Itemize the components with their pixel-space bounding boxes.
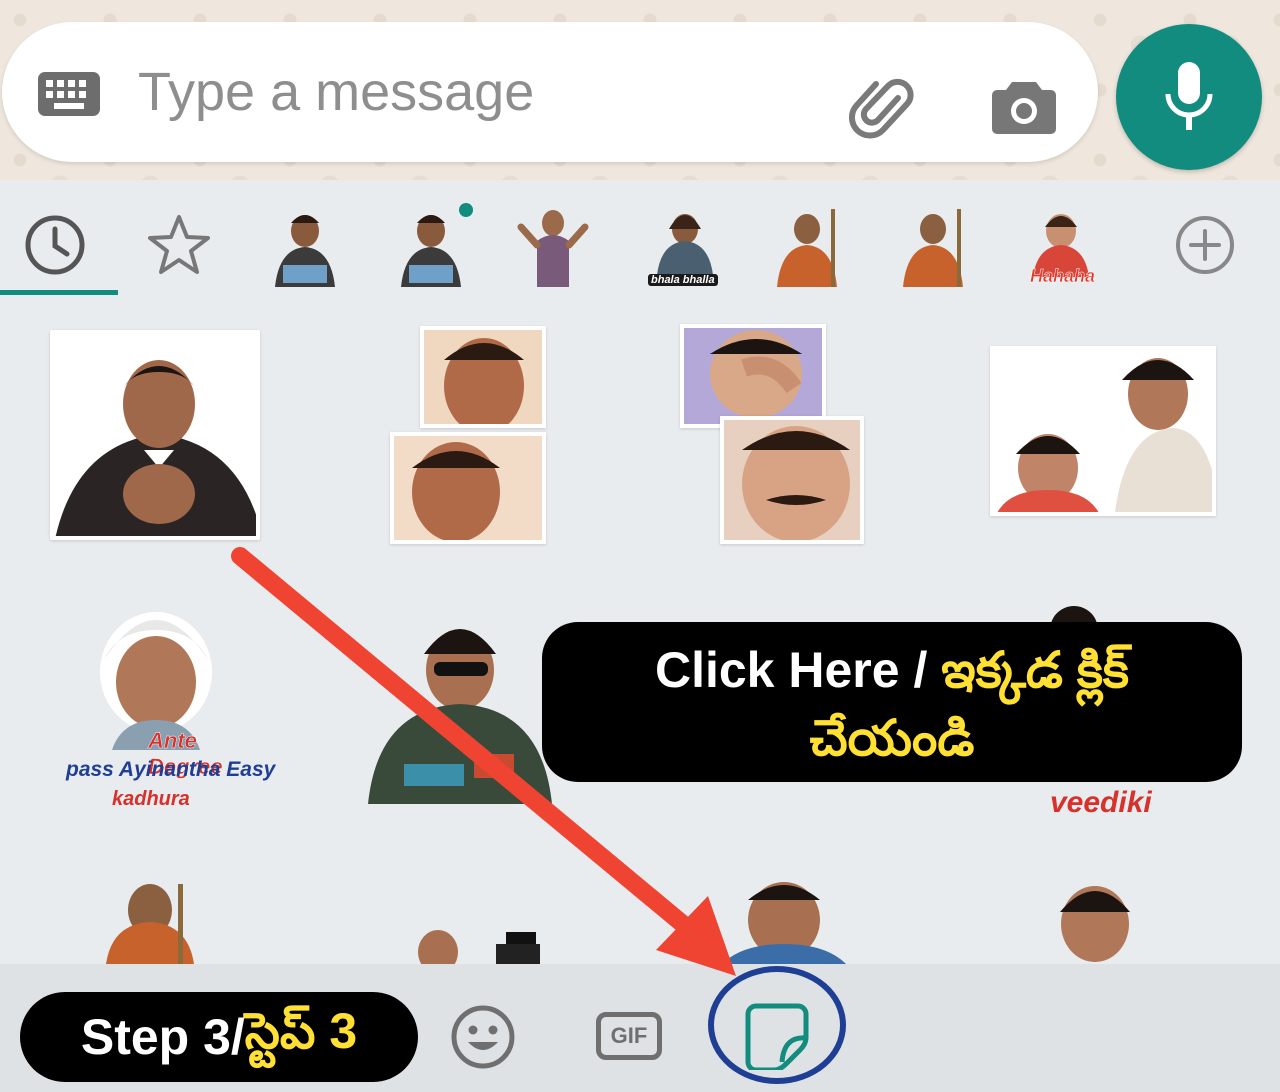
message-input[interactable]	[138, 52, 818, 132]
paperclip-icon[interactable]	[848, 74, 920, 151]
highlight-circle	[708, 966, 846, 1084]
sticker-tile[interactable]	[680, 324, 826, 428]
tab-sticker-pack-6[interactable]	[890, 200, 980, 290]
sticker-tile[interactable]	[102, 880, 212, 964]
sticker-tile[interactable]: Ante Degree pass Ayinantha Easy kadhura	[52, 600, 275, 820]
star-icon	[148, 215, 210, 274]
sticker-image	[724, 420, 860, 540]
sticker-tile[interactable]	[50, 330, 260, 540]
sticker-image	[994, 350, 1212, 512]
callout-text-en: Click Here /	[654, 642, 942, 698]
click-here-callout: Click Here / ఇక్కడ క్లిక్ చేయండి	[542, 622, 1242, 782]
sticker-tile[interactable]	[410, 924, 540, 964]
sticker-image	[54, 334, 256, 536]
sticker-image	[394, 436, 542, 540]
sticker-tile[interactable]	[720, 416, 864, 544]
sticker-tile[interactable]	[722, 880, 846, 964]
sticker-image	[722, 882, 846, 964]
sticker-tray: bhala bhalla Hahaha	[0, 180, 1280, 964]
tab-sticker-pack-3[interactable]	[508, 200, 598, 290]
mic-icon	[1165, 62, 1213, 130]
sticker-tile[interactable]	[390, 432, 546, 544]
message-composer	[2, 22, 1098, 162]
keyboard-icon[interactable]	[38, 72, 100, 121]
pack-thumbnail	[517, 210, 589, 287]
active-tab-indicator	[0, 290, 118, 295]
tab-sticker-pack-7[interactable]: Hahaha	[1016, 200, 1106, 290]
camera-icon[interactable]	[992, 78, 1056, 139]
step-label-te: స్టెప్ 3	[244, 1002, 358, 1059]
sticker-tile[interactable]	[364, 614, 564, 804]
clock-icon	[25, 215, 85, 275]
callout-text-te-2: చేయండి	[809, 710, 975, 766]
pack-label: Hahaha	[1030, 266, 1096, 287]
sticker-image	[424, 330, 542, 424]
sticker-image	[1060, 886, 1130, 962]
mic-button[interactable]	[1116, 24, 1262, 170]
sticker-caption: kadhura	[112, 788, 190, 810]
sticker-caption: veediki	[1050, 786, 1152, 819]
pack-thumbnail	[401, 215, 461, 287]
sticker-tile[interactable]	[420, 326, 546, 428]
tab-recent[interactable]	[10, 200, 100, 290]
callout-text-te: ఇక్కడ క్లిక్	[941, 642, 1130, 698]
sticker-image	[106, 884, 194, 964]
sticker-tile[interactable]	[1040, 880, 1150, 964]
sticker-pack-tabs: bhala bhalla Hahaha	[0, 180, 1280, 300]
tab-sticker-pack-5[interactable]	[764, 200, 854, 290]
gif-icon[interactable]: GIF	[596, 1012, 662, 1060]
sticker-image	[418, 930, 540, 964]
sticker-tile[interactable]	[990, 346, 1216, 516]
pack-label: bhala bhalla	[648, 274, 718, 286]
plus-icon	[1176, 216, 1234, 274]
tab-sticker-pack-1[interactable]	[260, 200, 350, 290]
smiley-icon[interactable]	[450, 1004, 516, 1075]
pack-thumbnail	[275, 215, 335, 287]
sticker-image	[684, 328, 822, 424]
tab-sticker-pack-4[interactable]: bhala bhalla	[640, 200, 730, 290]
step-label: Step 3/స్టెప్ 3	[20, 992, 418, 1082]
sticker-caption: pass Ayinantha Easy	[66, 758, 276, 781]
tab-favorites[interactable]	[134, 200, 224, 290]
new-pack-badge	[459, 203, 473, 217]
pack-thumbnail	[903, 209, 963, 287]
sticker-image	[368, 629, 552, 804]
pack-thumbnail	[777, 209, 837, 287]
tab-add-pack[interactable]	[1160, 200, 1250, 290]
step-label-en: Step 3/	[80, 1009, 245, 1065]
